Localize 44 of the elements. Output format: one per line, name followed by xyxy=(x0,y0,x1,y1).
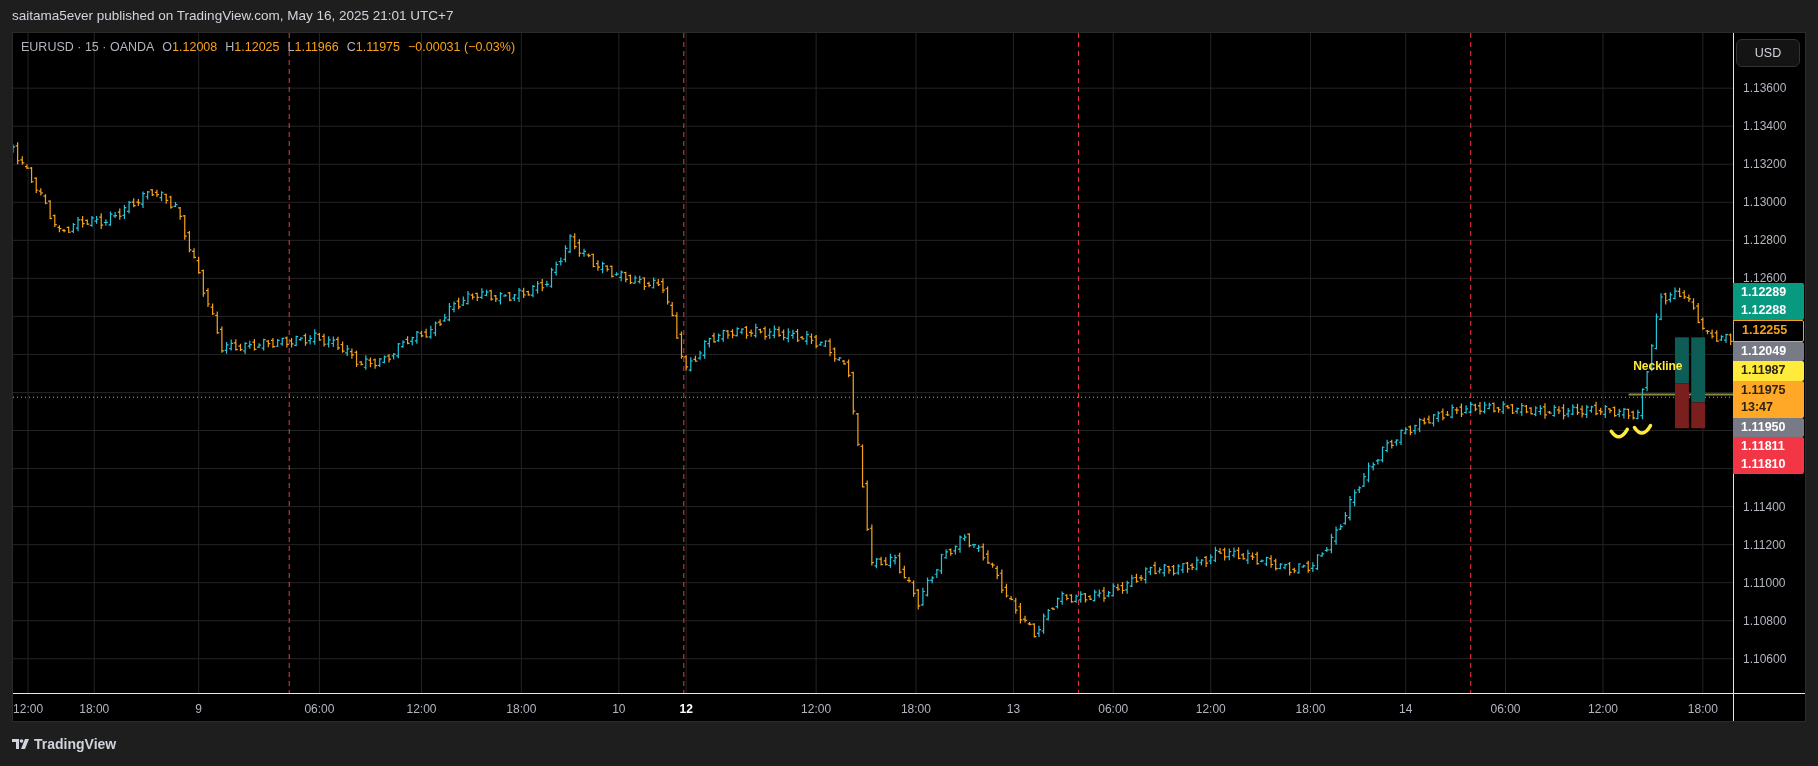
price-tag: 1.12255 xyxy=(1733,320,1804,342)
time-label: 18:00 xyxy=(900,701,931,718)
price-label: 1.13400 xyxy=(1743,118,1787,135)
time-label: 12:00 xyxy=(1195,701,1226,718)
price-label: 1.13600 xyxy=(1743,80,1787,97)
price-label: 1.11000 xyxy=(1743,574,1786,591)
price-label: 1.10800 xyxy=(1743,612,1787,629)
time-label: 18:00 xyxy=(79,701,110,718)
currency-button[interactable]: USD xyxy=(1736,39,1800,67)
price-label: 1.13200 xyxy=(1743,156,1787,173)
time-label: 18:00 xyxy=(506,701,537,718)
brand-name: TradingView xyxy=(34,734,117,754)
price-tag: 1.11811 1.11810 xyxy=(1733,437,1804,474)
price-label: 1.11400 xyxy=(1743,498,1786,515)
price-tag: 1.12049 xyxy=(1733,341,1804,361)
time-label: 12:00 xyxy=(801,701,832,718)
price-tag: 1.11987 xyxy=(1733,361,1804,381)
price-label: 1.13000 xyxy=(1743,194,1787,211)
time-label: 14 xyxy=(1399,701,1413,718)
time-label: 12:00 xyxy=(1588,701,1618,718)
published-note: saitama5ever published on TradingView.com, May 16, 2025 21:01 UTC+7 xyxy=(12,6,454,25)
time-label: 06:00 xyxy=(1490,701,1521,718)
time-label: 18:00 xyxy=(1295,701,1326,718)
price-tag: 1.11975 13:47 xyxy=(1733,380,1804,418)
price-change: −0.00031 (−0.03%) xyxy=(408,39,516,56)
price-label: 1.11200 xyxy=(1743,536,1786,553)
time-label: 12:00 xyxy=(406,701,437,718)
symbol-info: EURUSD · 15 · OANDA xyxy=(21,39,155,56)
ohlc-value: O1.12008 xyxy=(162,39,218,56)
price-label: 1.12800 xyxy=(1743,232,1787,249)
ohlc-value: H1.12025 xyxy=(225,39,280,56)
price-label: 1.10600 xyxy=(1743,650,1787,667)
time-label: 06:00 xyxy=(304,701,335,718)
time-label: 13 xyxy=(1006,701,1021,718)
price-tag: 1.12289 1.12288 xyxy=(1733,283,1804,320)
price-tag: 1.11950 xyxy=(1733,417,1804,437)
ohlc-value: L1.11966 xyxy=(287,39,339,56)
time-label: 18:00 xyxy=(1687,701,1718,718)
time-label: 06:00 xyxy=(1098,701,1129,718)
time-label: 10 xyxy=(612,701,626,718)
time-label: 12 xyxy=(679,701,693,718)
time-label: 9 xyxy=(195,701,203,718)
time-label: 12:00 xyxy=(13,701,44,718)
ohlc-value: C1.11975 xyxy=(346,39,400,56)
